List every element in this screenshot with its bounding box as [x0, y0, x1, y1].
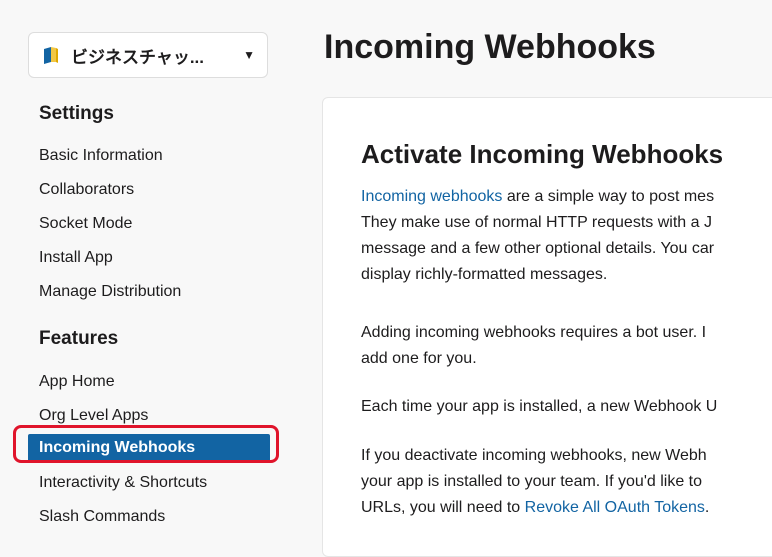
- sidebar-item-manage-distribution[interactable]: Manage Distribution: [28, 278, 270, 306]
- deactivate-line-3-end: .: [704, 499, 710, 516]
- deactivate-line-3-text: URLs, you will need to: [361, 499, 525, 516]
- chevron-down-icon: ▼: [243, 48, 255, 62]
- intro-line-2: They make use of normal HTTP requests wi…: [361, 214, 712, 231]
- app-switcher[interactable]: ビジネスチャッ... ▼: [28, 32, 268, 78]
- sidebar-item-collaborators[interactable]: Collaborators: [28, 176, 270, 204]
- sidebar-item-interactivity-shortcuts[interactable]: Interactivity & Shortcuts: [28, 469, 270, 497]
- intro-line-1: Incoming webhooks are a simple way to po…: [361, 184, 772, 210]
- deactivate-line-3: URLs, you will need to Revoke All OAuth …: [361, 495, 772, 521]
- deactivate-line-2: your app is installed to your team. If y…: [361, 473, 703, 490]
- book-icon: [41, 45, 61, 65]
- sidebar-item-slash-commands[interactable]: Slash Commands: [28, 503, 270, 531]
- sidebar-item-org-level-apps[interactable]: Org Level Apps: [28, 402, 270, 430]
- sidebar-item-basic-information[interactable]: Basic Information: [28, 142, 270, 170]
- deactivate-paragraph: If you deactivate incoming webhooks, new…: [361, 443, 772, 521]
- deactivate-line-1: If you deactivate incoming webhooks, new…: [361, 447, 707, 464]
- bot-user-line-1: Adding incoming webhooks requires a bot …: [361, 324, 707, 341]
- incoming-webhooks-link[interactable]: Incoming webhooks: [361, 188, 502, 205]
- install-paragraph: Each time your app is installed, a new W…: [361, 394, 772, 420]
- intro-line-3: message and a few other optional details…: [361, 240, 715, 257]
- card-title: Activate Incoming Webhooks: [361, 139, 724, 169]
- intro-paragraph: Incoming webhooks are a simple way to po…: [361, 184, 772, 288]
- intro-line-4: display richly-formatted messages.: [361, 266, 608, 283]
- intro-line-1-text: are a simple way to post mes: [502, 188, 715, 205]
- bot-user-paragraph: Adding incoming webhooks requires a bot …: [361, 320, 772, 372]
- sidebar-item-install-app[interactable]: Install App: [28, 244, 270, 272]
- sidebar-item-app-home[interactable]: App Home: [28, 368, 270, 396]
- sidebar-item-socket-mode[interactable]: Socket Mode: [28, 210, 270, 238]
- app-name: ビジネスチャッ...: [71, 47, 204, 67]
- page-title: Incoming Webhooks: [324, 28, 656, 66]
- install-line-1: Each time your app is installed, a new W…: [361, 398, 718, 415]
- settings-heading: Settings: [39, 103, 114, 124]
- bot-user-line-2: add one for you.: [361, 350, 477, 367]
- revoke-tokens-link[interactable]: Revoke All OAuth Tokens: [525, 499, 705, 516]
- features-heading: Features: [39, 328, 119, 349]
- sidebar-item-incoming-webhooks[interactable]: Incoming Webhooks: [28, 434, 270, 462]
